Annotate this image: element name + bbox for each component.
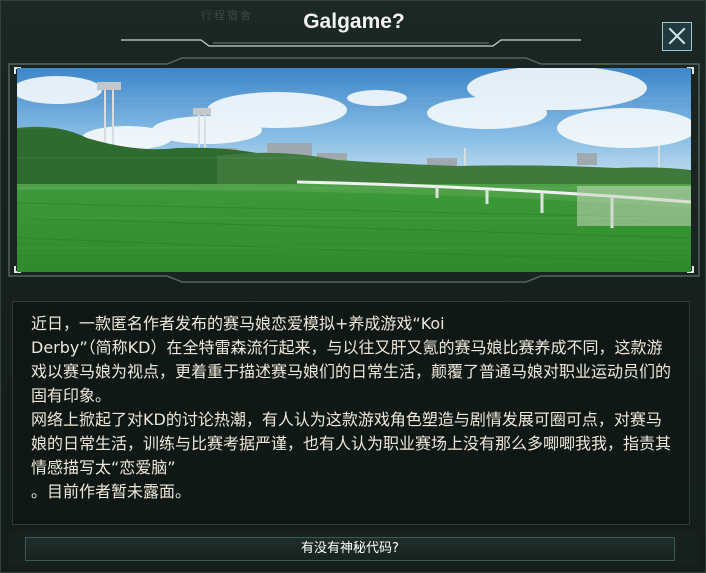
event-description-panel: 近日，一款匿名作者发布的赛马娘恋爱模拟+养成游戏“Koi Derby”（简称KD… <box>12 301 690 525</box>
racetrack-illustration <box>17 68 691 272</box>
action-bar: 有没有神秘代码? <box>9 532 699 566</box>
description-paragraph-3: 。目前作者暂未露面。 <box>31 482 192 501</box>
title-underline-ornament <box>121 39 581 47</box>
close-icon <box>668 27 686 45</box>
event-image-frame <box>7 56 701 284</box>
secret-code-button[interactable]: 有没有神秘代码? <box>25 537 675 561</box>
event-dialog: 行程宿舍 Galgame? 近日，一款匿名作者发布的赛马娘恋爱模拟+养成游戏“K… <box>0 0 706 573</box>
description-paragraph-2: 网络上掀起了对KD的讨论热潮，有人认为这款游戏角色塑造与剧情发展可圈可点，对赛马… <box>31 410 672 477</box>
description-paragraph-1: 近日，一款匿名作者发布的赛马娘恋爱模拟+养成游戏“Koi Derby”（简称KD… <box>31 314 672 405</box>
close-button[interactable] <box>662 22 692 51</box>
dialog-title: Galgame? <box>303 10 405 33</box>
